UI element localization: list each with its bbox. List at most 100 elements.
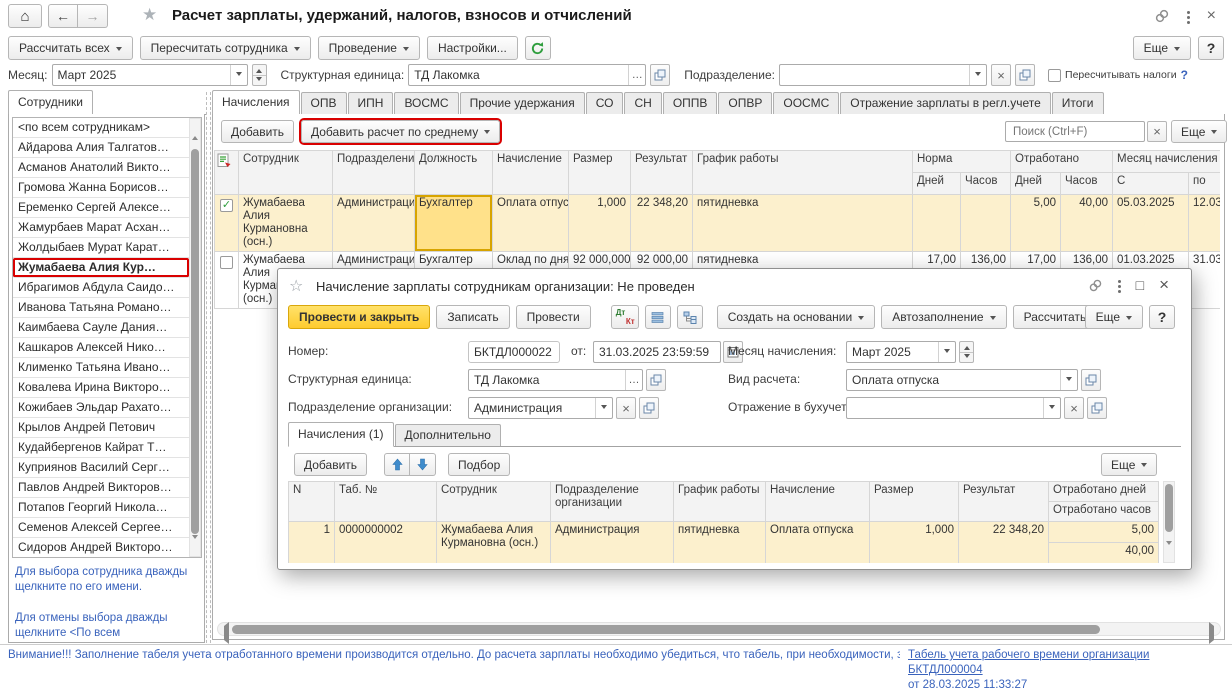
list-item[interactable]: Кожибаев Эльдар Рахато… [13, 398, 189, 418]
maximize-icon[interactable]: □ [1136, 277, 1144, 293]
scroll-right-icon[interactable] [1209, 626, 1218, 640]
recalc-taxes-checkbox[interactable] [1048, 69, 1061, 82]
list-item[interactable]: Кашкаров Алексей Нико… [13, 338, 189, 358]
cell-size[interactable]: 1,000 [870, 522, 959, 564]
number-field[interactable]: БКТДЛ000022 [468, 341, 560, 363]
timesheet-link[interactable]: Табель учета рабочего времени организаци… [908, 649, 1149, 676]
reflection-field[interactable] [846, 397, 1061, 419]
add-button[interactable]: Добавить [221, 120, 294, 143]
list-item[interactable]: Клименко Татьяна Ивано… [13, 358, 189, 378]
department-open-button[interactable] [1015, 64, 1035, 86]
row-checkbox-checked[interactable]: ✓ [220, 199, 233, 212]
tab-vosms[interactable]: ВОСМС [394, 92, 458, 114]
month-field[interactable]: Март 2025 [52, 64, 248, 86]
recalc-taxes-help[interactable]: ? [1181, 68, 1188, 82]
scrollbar-thumb[interactable] [191, 149, 199, 534]
accrual-month-spinner[interactable] [959, 341, 974, 363]
link-icon[interactable] [1088, 278, 1103, 293]
main-hscrollbar[interactable] [217, 622, 1221, 636]
list-more-button[interactable]: Еще [1171, 120, 1227, 143]
tab-totals[interactable]: Итоги [1052, 92, 1104, 114]
month-dropdown-icon[interactable] [230, 65, 247, 85]
autofill-button[interactable]: Автозаполнение [881, 305, 1006, 329]
row-checkbox-unchecked[interactable] [220, 256, 233, 269]
panel-splitter[interactable] [206, 92, 211, 643]
cell-result[interactable]: 22 348,20 [959, 522, 1049, 564]
tab-opvr[interactable]: ОПВР [718, 92, 772, 114]
post-button[interactable]: Провести [516, 305, 591, 329]
scrollbar-thumb[interactable] [1165, 484, 1173, 532]
dialog-table-more-button[interactable]: Еще [1101, 453, 1157, 476]
scrollbar-thumb[interactable] [232, 625, 1100, 634]
list-item[interactable]: Асманов Анатолий Викто… [13, 158, 189, 178]
list-item[interactable]: Семенов Алексей Сергее… [13, 518, 189, 538]
cell-worked-hours[interactable]: 40,00 [1049, 543, 1159, 564]
move-down-button[interactable] [410, 453, 436, 476]
unit-open-button[interactable] [650, 64, 670, 86]
list-item[interactable]: Сидоров Андрей Викторо… [13, 538, 189, 558]
list-item[interactable]: Каимбаева Сауле Дания… [13, 318, 189, 338]
structure-button[interactable] [677, 305, 703, 329]
close-window-icon[interactable]: × [1207, 9, 1216, 23]
back-button[interactable]: ← [48, 4, 78, 28]
dialog-unit-open-button[interactable] [646, 369, 666, 391]
cell-result[interactable]: 22 348,20 [631, 195, 693, 252]
org-department-clear-button[interactable]: × [616, 397, 636, 419]
tab-oppv[interactable]: ОППВ [663, 92, 718, 114]
calc-type-dropdown-icon[interactable] [1060, 370, 1077, 390]
tab-sn[interactable]: СН [624, 92, 661, 114]
help-button[interactable]: ? [1198, 36, 1224, 60]
tab-opv[interactable]: ОПВ [301, 92, 347, 114]
register-list-button[interactable] [645, 305, 671, 329]
scroll-down-icon[interactable] [192, 539, 198, 553]
kebab-menu-icon[interactable] [1187, 11, 1190, 14]
cell-n[interactable]: 1 [289, 522, 335, 564]
cell-norm-days[interactable] [913, 195, 961, 252]
cell-position-current[interactable]: Бухгалтер [415, 195, 493, 252]
list-item[interactable]: Айдарова Алия Талгатов… [13, 138, 189, 158]
list-item[interactable]: Потапов Георгий Никола… [13, 498, 189, 518]
cell-department[interactable]: Администрация [333, 195, 415, 252]
pick-button[interactable]: Подбор [448, 453, 510, 476]
month-spinner[interactable] [252, 64, 267, 86]
create-based-on-button[interactable]: Создать на основании [717, 305, 876, 329]
cell-date-to[interactable]: 31.03. [1189, 252, 1220, 309]
month-dropdown-icon[interactable] [938, 342, 955, 362]
dialog-help-button[interactable]: ? [1149, 305, 1175, 329]
cell-employee[interactable]: Жумабаева Алия Курмановна (осн.) [437, 522, 551, 564]
list-item[interactable]: Кудайбергенов Кайрат Т… [13, 438, 189, 458]
calc-type-field[interactable]: Оплата отпуска [846, 369, 1078, 391]
cell-date-to[interactable]: 12.03. [1189, 195, 1220, 252]
write-button[interactable]: Записать [436, 305, 509, 329]
list-item[interactable]: Крылов Андрей Петович [13, 418, 189, 438]
org-department-open-button[interactable] [639, 397, 659, 419]
tab-employees[interactable]: Сотрудники [8, 90, 93, 115]
settings-button[interactable]: Настройки... [427, 36, 518, 60]
spin-down-icon[interactable] [253, 76, 266, 86]
unit-field[interactable]: ТД Лакомка … [408, 64, 646, 86]
dialog-more-button[interactable]: Еще [1085, 305, 1143, 329]
row-checkbox-cell[interactable]: ✓ [215, 195, 239, 252]
tab-accruals[interactable]: Начисления [212, 90, 300, 115]
cell-tab-no[interactable]: 0000000002 [335, 522, 437, 564]
cell-worked-hours[interactable]: 40,00 [1061, 195, 1113, 252]
date-field[interactable]: 31.03.2025 23:59:59 [593, 341, 721, 363]
search-field[interactable] [1005, 121, 1145, 142]
cell-size[interactable]: 1,000 [569, 195, 631, 252]
department-dropdown-icon[interactable] [969, 65, 986, 85]
reflection-clear-button[interactable]: × [1064, 397, 1084, 419]
sidebar-scrollbar[interactable] [189, 118, 201, 557]
tab-other-deductions[interactable]: Прочие удержания [460, 92, 585, 114]
recalculate-employee-button[interactable]: Пересчитать сотрудника [140, 36, 311, 60]
department-clear-button[interactable]: × [991, 64, 1011, 86]
spin-up-icon[interactable] [253, 65, 266, 76]
list-item-selected[interactable]: Жумабаева Алия Кур… [13, 258, 189, 278]
dt-kt-button[interactable]: Дт Кт [611, 305, 639, 329]
kebab-menu-icon[interactable] [1118, 280, 1121, 283]
cell-accrual[interactable]: Оплата отпуска [493, 195, 569, 252]
add-average-calc-button[interactable]: Добавить расчет по среднему [301, 120, 500, 143]
dialog-favorite-star-icon[interactable]: ☆ [289, 276, 303, 296]
department-field[interactable] [779, 64, 987, 86]
row-checkbox-cell[interactable] [215, 252, 239, 309]
cell-schedule[interactable]: пятидневка [693, 195, 913, 252]
